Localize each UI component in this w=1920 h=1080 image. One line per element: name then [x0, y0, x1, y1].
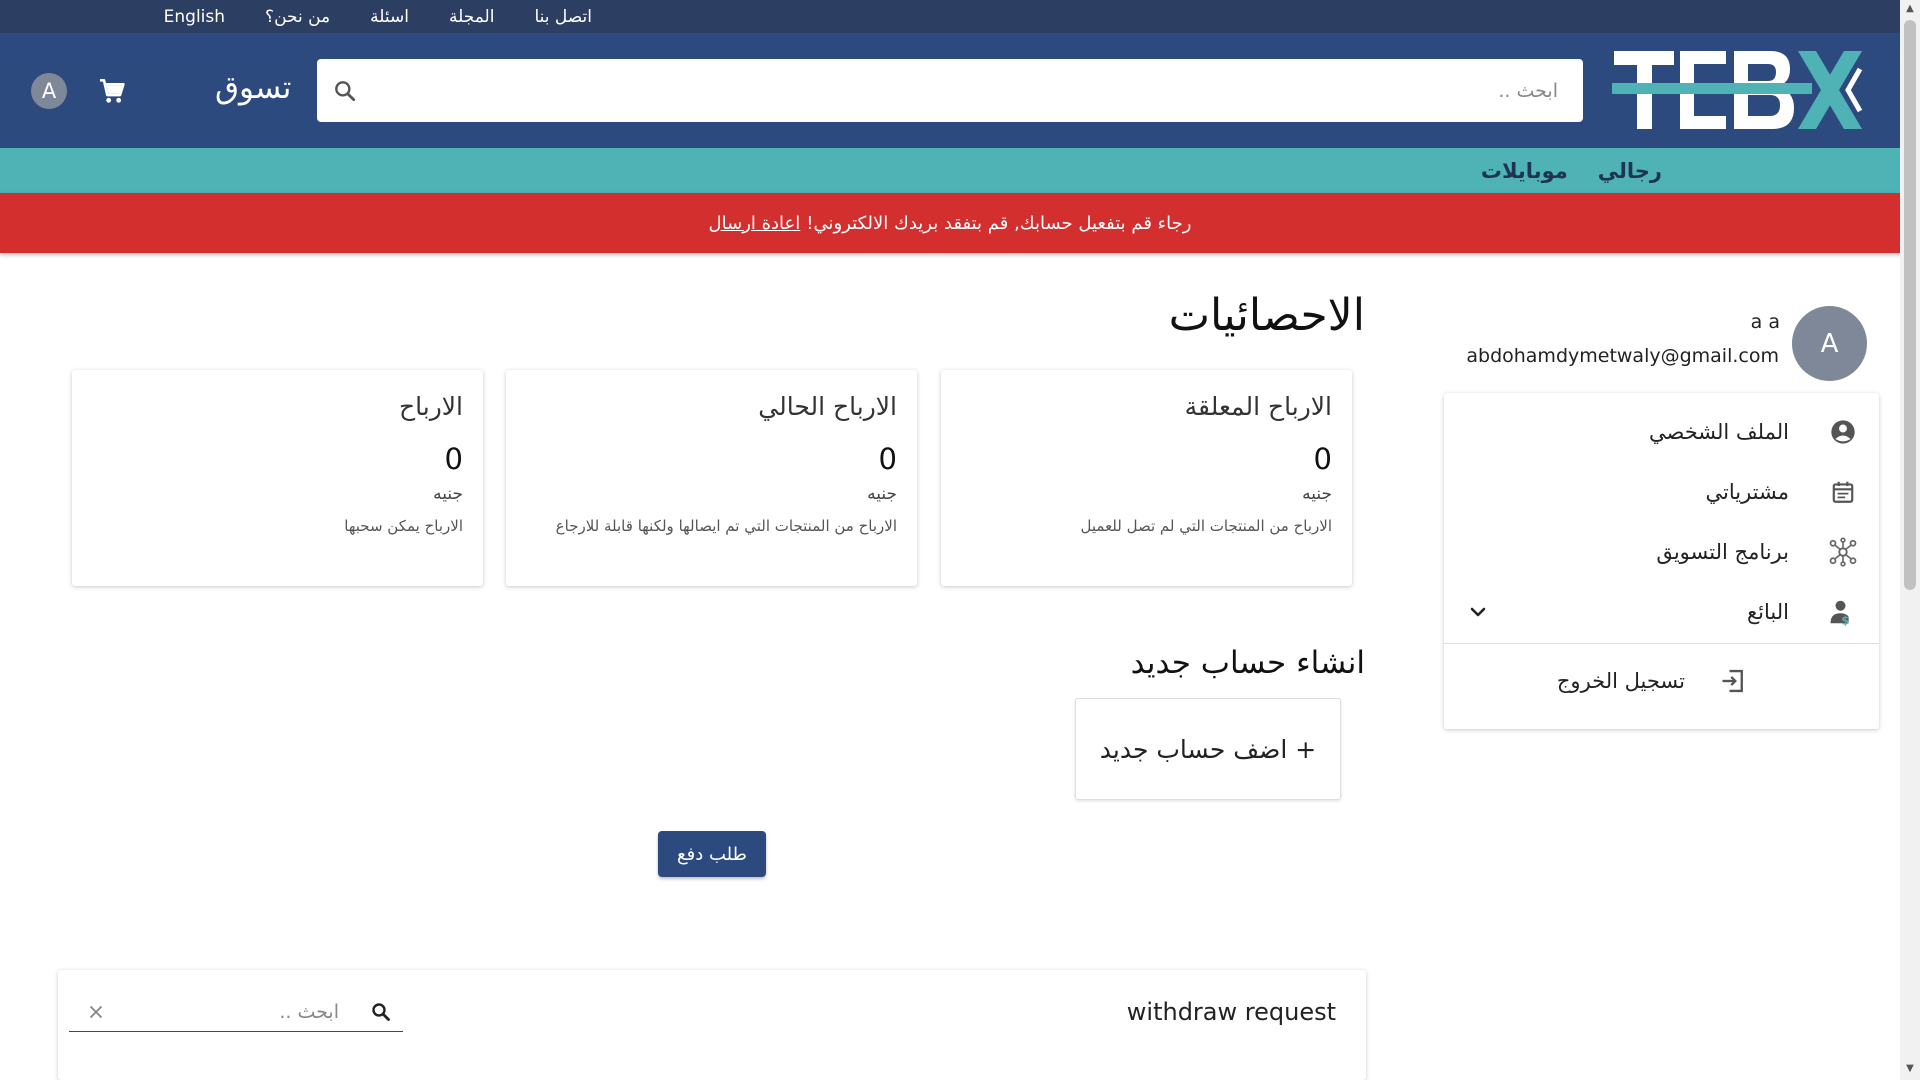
category-mobiles[interactable]: موبايلات [1481, 159, 1568, 183]
category-list: رجالي موبايلات [1481, 148, 1662, 193]
stat-card-description: الارباح من المنتجات التي لم تصل للعميل [1080, 517, 1332, 535]
stat-card-unit: جنيه [433, 484, 463, 504]
category-men[interactable]: رجالي [1598, 159, 1662, 183]
menu-item-label: الملف الشخصي [1649, 420, 1789, 444]
top-links: اتصل بنا المجلة اسئلة من نحن؟ English [164, 0, 592, 33]
search-icon[interactable] [369, 1000, 393, 1024]
menu-item-affiliate[interactable]: برنامج التسويق [1444, 524, 1879, 580]
search-icon[interactable] [317, 78, 373, 104]
activation-alert: رجاء قم بتفعيل حسابك, قم بتفقد بريدك الا… [0, 193, 1900, 253]
stat-card-current: الارباح الحالي 0 جنيه الارباح من المنتجا… [506, 370, 917, 586]
alert-message: رجاء قم بتفعيل حسابك, قم بتفقد بريدك الا… [806, 212, 1192, 234]
withdraw-search-input[interactable] [109, 993, 339, 1030]
menu-item-label: مشترياتي [1705, 480, 1790, 504]
stat-card-value: 0 [444, 442, 463, 476]
category-bar: رجالي موبايلات [0, 148, 1900, 193]
menu-item-logout[interactable]: تسجيل الخروج [1444, 653, 1879, 709]
top-link-contact[interactable]: اتصل بنا [534, 7, 592, 27]
menu-item-label: برنامج التسويق [1656, 540, 1789, 564]
menu-item-purchases[interactable]: مشترياتي [1444, 464, 1879, 520]
stat-card-title: الارباح المعلقة [1184, 392, 1332, 421]
stat-card-pending: الارباح المعلقة 0 جنيه الارباح من المنتج… [941, 370, 1352, 586]
calendar-icon [1827, 476, 1859, 508]
top-link-about[interactable]: من نحن؟ [265, 7, 330, 27]
shop-link[interactable]: تسوق [215, 63, 305, 113]
network-icon [1827, 536, 1859, 568]
stat-card-description: الارباح يمكن سحبها [344, 517, 463, 535]
shopping-cart-icon[interactable] [96, 75, 128, 107]
withdraw-title: withdraw request [1126, 998, 1336, 1026]
header-search [317, 59, 1583, 122]
scroll-down-arrow-icon[interactable]: ▼ [1905, 1064, 1915, 1074]
stat-card-title: الارباح [399, 392, 463, 421]
user-avatar: A [1792, 306, 1867, 381]
account-menu: الملف الشخصي مشترياتي برنامج التسويق $ ا… [1444, 393, 1879, 729]
logout-icon [1717, 665, 1749, 697]
page-title: الاحصائيات [1168, 290, 1365, 341]
user-name: a a [1750, 311, 1780, 333]
user-email: abdohamdymetwaly@gmail.com [1466, 345, 1779, 367]
page-scrollbar[interactable]: ▲ ▼ [1900, 0, 1920, 1080]
header-search-input[interactable] [373, 59, 1583, 122]
stat-card-withdrawable: الارباح 0 جنيه الارباح يمكن سحبها [72, 370, 483, 586]
tebx-logo[interactable] [1612, 47, 1868, 133]
stat-card-description: الارباح من المنتجات التي تم ايصالها ولكن… [555, 517, 897, 535]
seller-icon: $ [1827, 596, 1859, 628]
menu-item-label: البائع [1747, 600, 1789, 624]
stat-card-value: 0 [1313, 442, 1332, 476]
pay-request-button[interactable]: طلب دفع [658, 831, 766, 877]
add-account-button[interactable]: + اضف حساب جديد [1075, 698, 1341, 800]
top-link-english[interactable]: English [164, 7, 225, 27]
menu-item-seller[interactable]: $ البائع [1444, 584, 1879, 640]
stat-card-value: 0 [878, 442, 897, 476]
menu-item-profile[interactable]: الملف الشخصي [1444, 404, 1879, 460]
account-circle-icon [1827, 416, 1859, 448]
svg-text:$: $ [1841, 615, 1849, 628]
scrollbar-thumb[interactable] [1904, 20, 1916, 590]
top-link-magazine[interactable]: المجلة [449, 7, 494, 27]
resend-link[interactable]: اعادة ارسال [709, 213, 801, 234]
scroll-up-arrow-icon[interactable]: ▲ [1905, 4, 1915, 14]
close-icon[interactable] [85, 1001, 107, 1023]
stat-card-unit: جنيه [867, 484, 897, 504]
main-header: تسوق A [0, 33, 1900, 148]
top-link-faq[interactable]: اسئلة [370, 7, 409, 27]
top-link-bar: اتصل بنا المجلة اسئلة من نحن؟ English [0, 0, 1900, 33]
chevron-down-icon[interactable] [1466, 600, 1490, 624]
stat-card-title: الارباح الحالي [758, 392, 897, 421]
withdraw-search [69, 992, 403, 1032]
menu-item-label: تسجيل الخروج [1556, 669, 1685, 693]
menu-divider [1444, 643, 1879, 644]
withdraw-requests-panel: withdraw request [58, 970, 1366, 1080]
new-account-title: انشاء حساب جديد [1130, 645, 1365, 681]
header-avatar[interactable]: A [31, 73, 67, 109]
stat-card-unit: جنيه [1302, 484, 1332, 504]
